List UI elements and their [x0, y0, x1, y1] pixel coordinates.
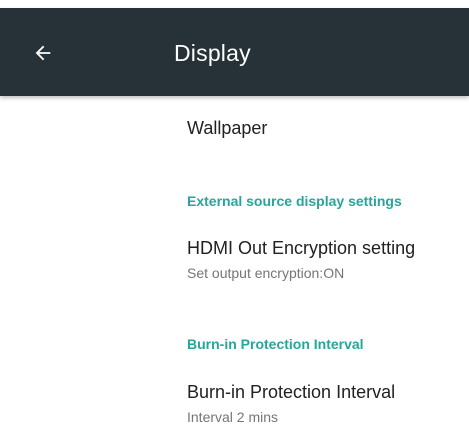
status-bar-area	[0, 0, 469, 8]
hdmi-encryption-summary: Set output encryption:ON	[187, 265, 345, 281]
page-title: Display	[174, 40, 251, 66]
back-button[interactable]	[26, 36, 60, 70]
display-settings-screen: Display Wallpaper External source displa…	[0, 0, 469, 444]
burn-in-interval-item[interactable]: Burn-in Protection Interval Interval 2 m…	[187, 382, 395, 425]
category-external-source: External source display settings	[187, 193, 402, 209]
app-bar: Display	[0, 8, 469, 96]
burn-in-interval-title: Burn-in Protection Interval	[187, 382, 396, 402]
category-burn-in: Burn-in Protection Interval	[187, 336, 364, 352]
burn-in-interval-summary: Interval 2 mins	[187, 409, 279, 425]
hdmi-encryption-title: HDMI Out Encryption setting	[187, 238, 416, 258]
arrow-back-icon	[35, 45, 51, 61]
wallpaper-title: Wallpaper	[187, 118, 268, 138]
wallpaper-item[interactable]: Wallpaper	[187, 118, 267, 139]
hdmi-encryption-item[interactable]: HDMI Out Encryption setting Set output e…	[187, 238, 415, 281]
